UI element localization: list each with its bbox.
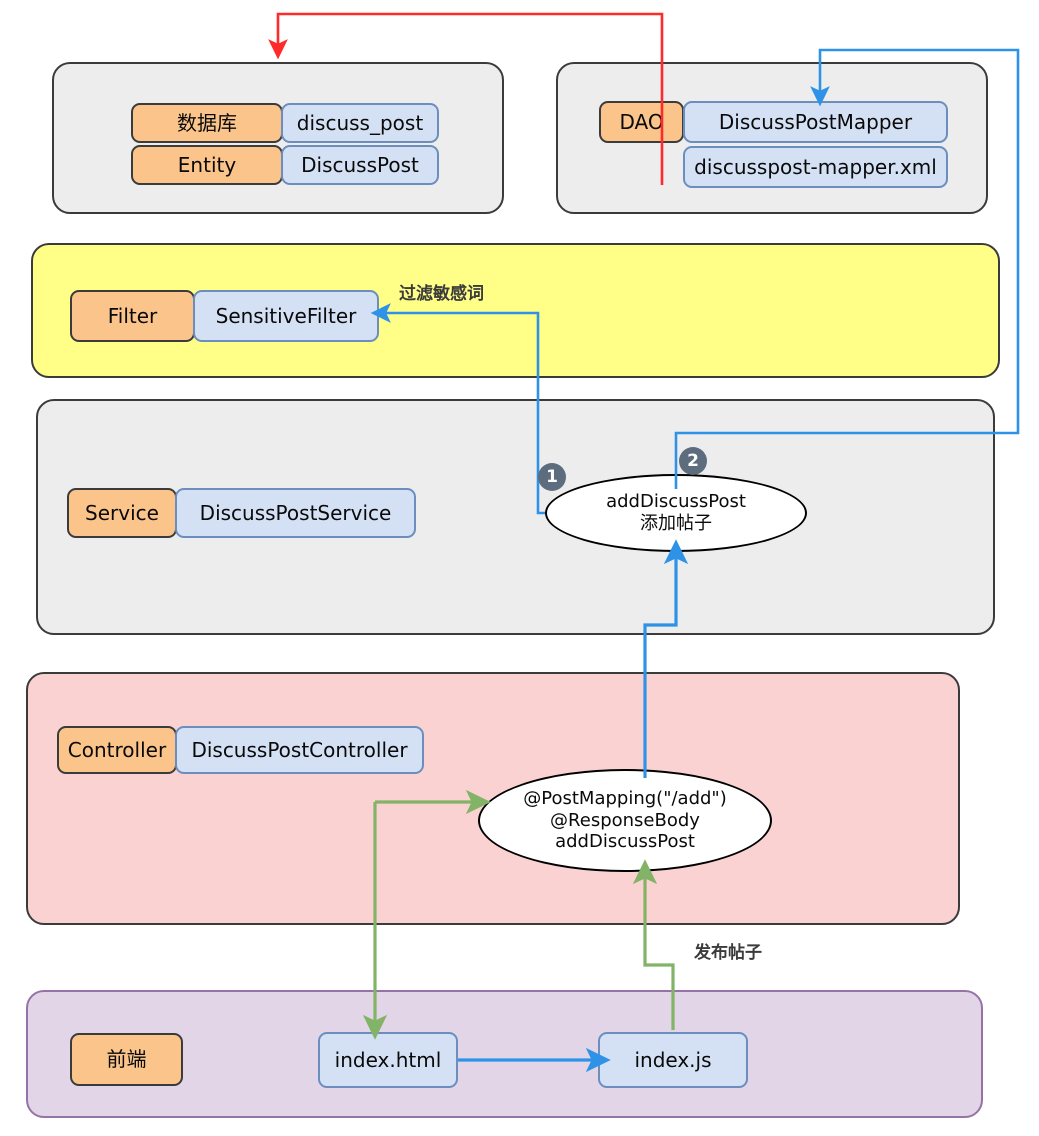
connector-layer-back — [268, 12, 1020, 1073]
edge-controller-to-service — [643, 539, 689, 778]
architecture-diagram: 数据库 discuss_post Entity DiscussPost DAO … — [0, 0, 1039, 1136]
edge-indexjs-to-controller — [632, 859, 675, 1030]
edge-mapper-to-database — [268, 12, 664, 185]
badge-step-2: 2 — [679, 447, 707, 475]
edge-label-publish-post: 发布帖子 — [694, 943, 762, 963]
edge-label-filter-sensitive-words: 过滤敏感词 — [399, 284, 484, 304]
edge-service-to-dao — [674, 48, 1020, 489]
badge-step-1: 1 — [538, 463, 566, 491]
edge-service-to-filter — [370, 303, 545, 515]
